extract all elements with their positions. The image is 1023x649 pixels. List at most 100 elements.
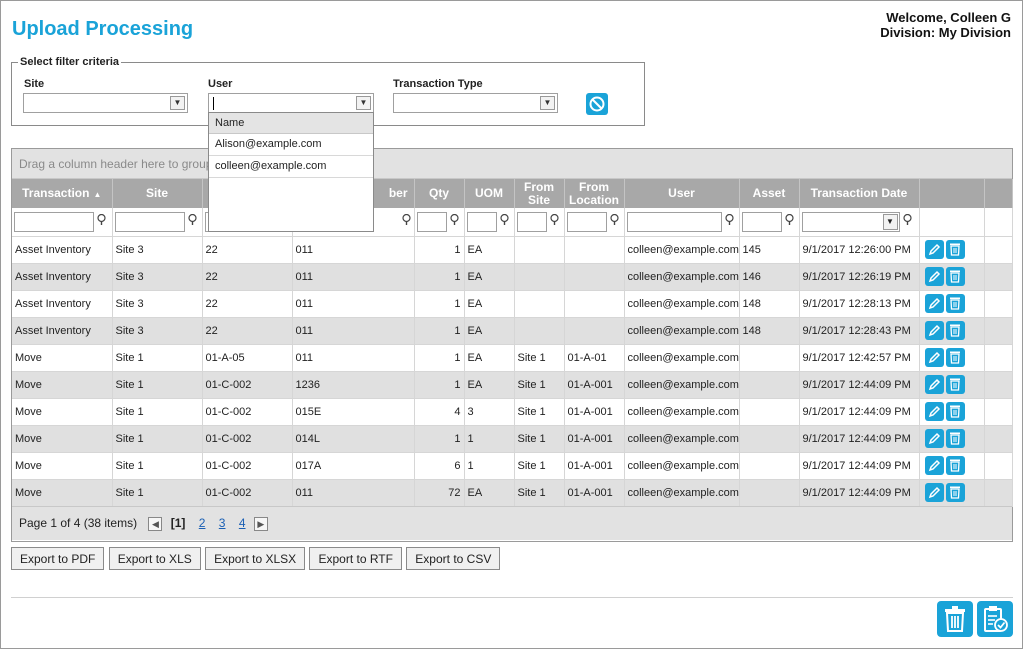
col-user[interactable]: User (624, 179, 740, 208)
trash-icon[interactable] (945, 456, 965, 475)
filter-icon[interactable] (401, 214, 412, 229)
clear-filters-button[interactable] (586, 93, 608, 115)
col-from-location[interactable]: From Location (564, 179, 625, 208)
col-uom[interactable]: UOM (464, 179, 515, 208)
trash-icon[interactable] (945, 375, 965, 394)
trash-icon[interactable] (945, 267, 965, 286)
table-row[interactable]: Move Site 1 01-C-002 1236 1 EA Site 1 01-A-001 c… (12, 371, 1013, 399)
filter-input[interactable] (516, 211, 547, 232)
trash-icon[interactable] (945, 483, 965, 502)
table-row[interactable]: Move Site 1 01-C-002 011 72 EA Site 1 01-A-001 c… (12, 479, 1013, 507)
date-filter-select[interactable]: ▼ (801, 211, 900, 232)
trash-icon[interactable] (945, 321, 965, 340)
table-row[interactable]: Move Site 1 01-A-05 011 1 EA Site 1 01-A-01 coll… (12, 344, 1013, 372)
col-site[interactable]: Site (112, 179, 203, 208)
col-transaction[interactable]: Transaction ▲ (12, 179, 113, 208)
table-row[interactable]: Asset Inventory Site 3 22 011 1 EA colleen@exa… (12, 290, 1013, 318)
page-link-3[interactable]: 3 (219, 516, 226, 530)
next-page-icon[interactable]: ▶ (253, 516, 268, 531)
chevron-down-icon[interactable]: ▼ (170, 96, 185, 110)
edit-icon[interactable] (924, 375, 944, 394)
table-cell: 1 (414, 317, 465, 345)
table-cell: colleen@example.com (624, 263, 740, 291)
filter-icon[interactable] (724, 214, 735, 229)
edit-icon[interactable] (924, 294, 944, 313)
transaction-type-select[interactable]: ▼ (393, 93, 558, 113)
table-row[interactable]: Move Site 1 01-C-002 015E 4 3 Site 1 01-A-001 co… (12, 398, 1013, 426)
table-row[interactable]: Asset Inventory Site 3 22 011 1 EA colleen@exa… (12, 263, 1013, 291)
col-asset[interactable]: Asset (739, 179, 800, 208)
table-cell: colleen@example.com (624, 479, 740, 507)
user-info: Welcome, Colleen G Division: My Division (880, 10, 1011, 40)
filter-icon[interactable] (187, 214, 198, 229)
export-xls-button[interactable]: Export to XLS (108, 547, 201, 570)
table-row[interactable]: Asset Inventory Site 3 22 011 1 EA colleen@exa… (12, 317, 1013, 345)
filter-icon[interactable] (784, 214, 795, 229)
page-link-2[interactable]: 2 (199, 516, 206, 530)
chevron-down-icon[interactable]: ▼ (882, 213, 898, 230)
export-xlsx-button[interactable]: Export to XLSX (205, 547, 306, 570)
dropdown-option[interactable]: colleen@example.com (209, 156, 373, 178)
table-row[interactable]: Move Site 1 01-C-002 017A 6 1 Site 1 01-A-001 co… (12, 452, 1013, 480)
table-cell: Site 3 (112, 263, 203, 291)
table-row[interactable]: Asset Inventory Site 3 22 011 1 EA colleen@exa… (12, 236, 1013, 264)
edit-icon[interactable] (924, 483, 944, 502)
process-all-button[interactable] (977, 601, 1013, 637)
chevron-down-icon[interactable]: ▼ (356, 96, 371, 110)
filter-icon[interactable] (499, 214, 510, 229)
table-cell: Site 1 (514, 371, 565, 399)
chevron-down-icon[interactable]: ▼ (540, 96, 555, 110)
table-cell: 01-C-002 (202, 398, 293, 426)
filter-icon[interactable] (549, 214, 560, 229)
filter-input[interactable] (114, 211, 185, 232)
edit-icon[interactable] (924, 402, 944, 421)
edit-icon[interactable] (924, 348, 944, 367)
filter-icon[interactable] (96, 214, 107, 229)
filter-input[interactable] (466, 211, 497, 232)
row-actions (919, 344, 985, 372)
edit-icon[interactable] (924, 429, 944, 448)
export-csv-button[interactable]: Export to CSV (406, 547, 501, 570)
trash-icon[interactable] (945, 240, 965, 259)
page-link-4[interactable]: 4 (239, 516, 246, 530)
filter-input[interactable] (626, 211, 722, 232)
filter-input[interactable] (416, 211, 447, 232)
dropdown-option[interactable]: Alison@example.com (209, 134, 373, 156)
col-actions (919, 179, 985, 208)
filter-input[interactable] (741, 211, 782, 232)
table-cell: Site 3 (112, 290, 203, 318)
table-cell: 9/1/2017 12:28:13 PM (799, 290, 920, 318)
col-from-site[interactable]: From Site (514, 179, 565, 208)
edit-icon[interactable] (924, 321, 944, 340)
filter-icon[interactable] (449, 214, 460, 229)
table-row[interactable]: Move Site 1 01-C-002 014L 1 1 Site 1 01-A-001 co… (12, 425, 1013, 453)
row-actions (919, 452, 985, 480)
filter-icon[interactable] (902, 214, 913, 229)
site-select[interactable]: ▼ (23, 93, 188, 113)
table-cell: 01-A-001 (564, 452, 625, 480)
trash-icon[interactable] (945, 429, 965, 448)
table-cell: colleen@example.com (624, 452, 740, 480)
prev-page-icon[interactable]: ◀ (148, 516, 163, 531)
trash-icon[interactable] (945, 294, 965, 313)
header-row: Transaction ▲ Site ber Qty UOM From Site … (12, 179, 1013, 208)
col-qty[interactable]: Qty (414, 179, 465, 208)
filter-input[interactable] (14, 211, 94, 232)
edit-icon[interactable] (924, 456, 944, 475)
user-dropdown-list: Name Alison@example.com colleen@example.… (208, 112, 374, 232)
group-panel[interactable]: Drag a column header here to group by th… (12, 149, 1012, 179)
table-cell: 6 (414, 452, 465, 480)
trash-icon[interactable] (945, 402, 965, 421)
delete-all-button[interactable] (937, 601, 973, 637)
export-pdf-button[interactable]: Export to PDF (11, 547, 105, 570)
edit-icon[interactable] (924, 240, 944, 259)
filter-input[interactable] (566, 211, 607, 232)
col-spacer (984, 179, 1013, 208)
user-select[interactable]: ▼ (208, 93, 374, 113)
table-cell: EA (464, 344, 515, 372)
trash-icon[interactable] (945, 348, 965, 367)
col-transaction-date[interactable]: Transaction Date (799, 179, 920, 208)
filter-icon[interactable] (609, 214, 620, 229)
export-rtf-button[interactable]: Export to RTF (309, 547, 402, 570)
edit-icon[interactable] (924, 267, 944, 286)
